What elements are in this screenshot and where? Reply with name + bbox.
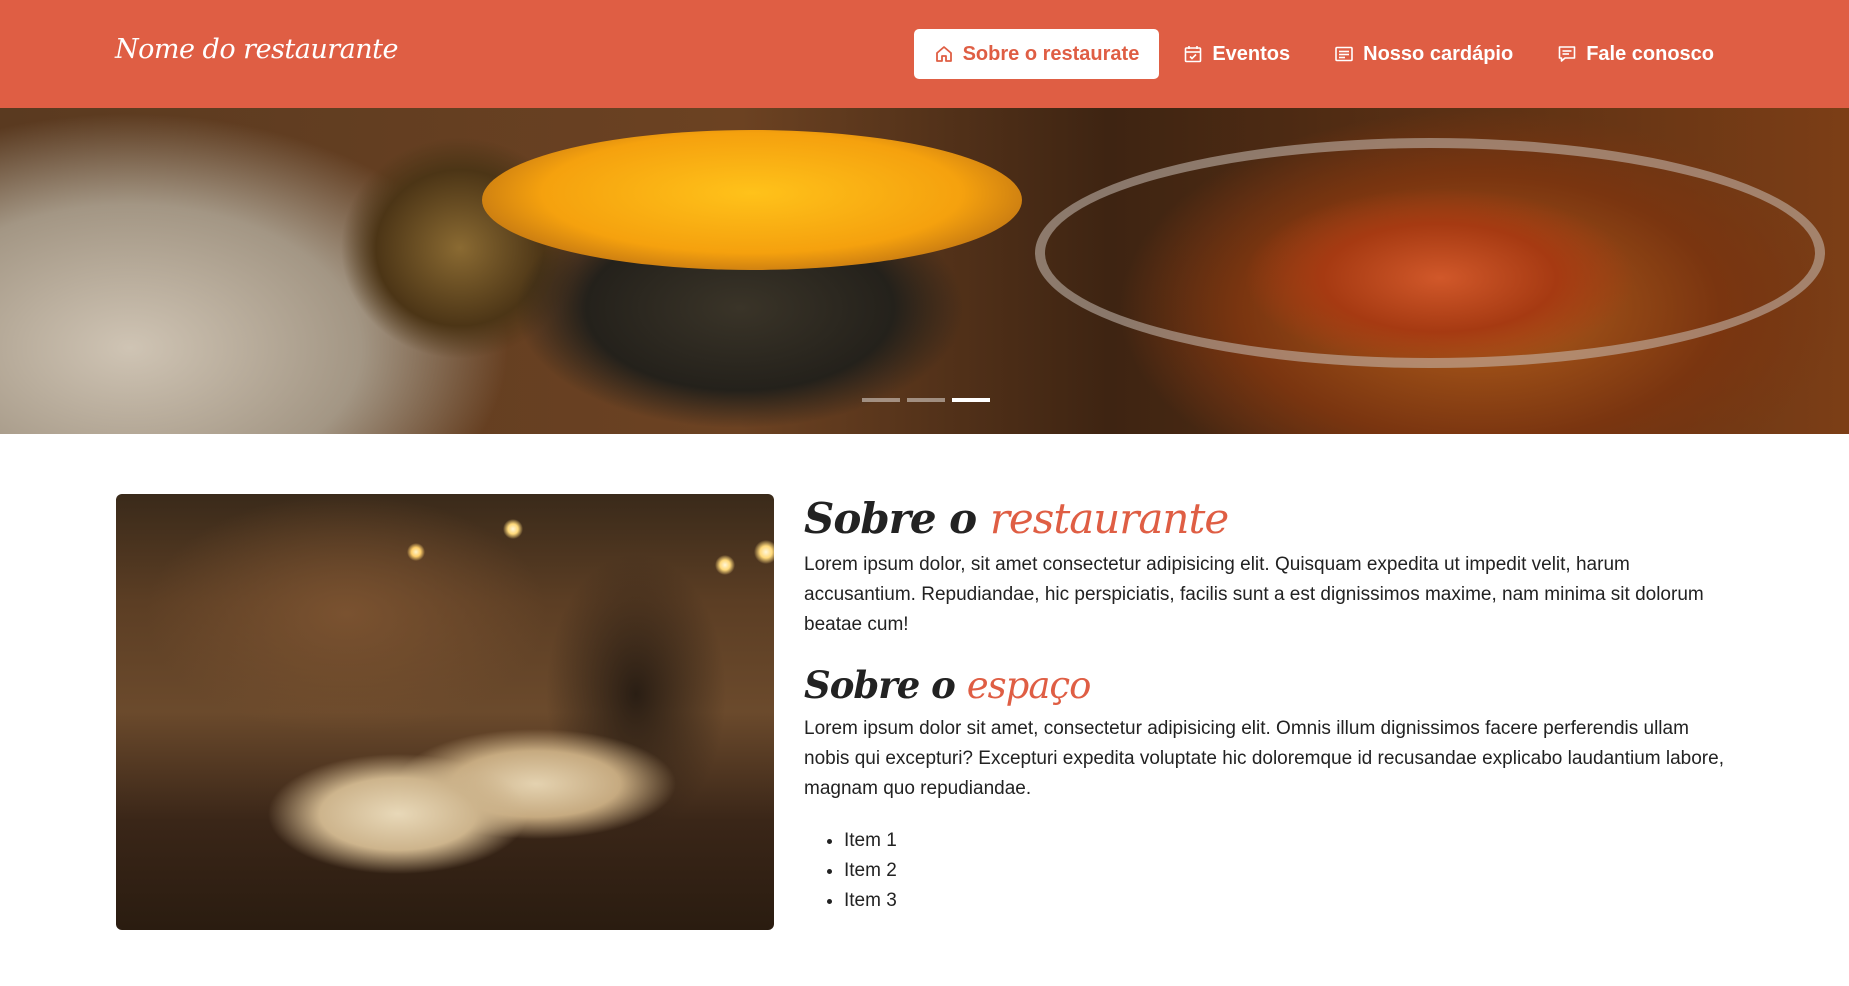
about-section: Sobre o restaurante Lorem ipsum dolor, s… [804, 492, 1734, 916]
space-text: Lorem ipsum dolor sit amet, consectetur … [804, 718, 1724, 799]
carousel-indicator-2[interactable] [907, 398, 945, 402]
nav-link-label: Eventos [1212, 42, 1291, 65]
nav-link-label: Fale conosco [1586, 42, 1714, 65]
navbar: Nome do restaurante Sobre o restaurate E [0, 0, 1849, 108]
hero-image-pot [1035, 138, 1825, 368]
hero-image-bowl [482, 130, 1022, 270]
about-text: Lorem ipsum dolor, sit amet consectetur … [804, 554, 1704, 635]
restaurant-interior-photo [116, 494, 774, 930]
nav-link-label: Sobre o restaurate [962, 42, 1140, 65]
list-item: Item 3 [844, 886, 1734, 916]
carousel-indicators [862, 398, 990, 402]
list-item: Item 2 [844, 856, 1734, 886]
hero-carousel[interactable] [0, 108, 1849, 434]
about-title: Sobre o restaurante [804, 492, 1734, 546]
space-title-accent: espaço [966, 664, 1092, 707]
space-title: Sobre o espaço [804, 661, 1734, 710]
main-nav: Sobre o restaurate Eventos Nosso cardápi… [913, 29, 1734, 79]
carousel-indicator-1[interactable] [862, 398, 900, 402]
menu-card-icon [1334, 44, 1354, 64]
about-title-accent: restaurante [989, 494, 1229, 543]
nav-link-sobre[interactable]: Sobre o restaurate [913, 29, 1160, 79]
carousel-indicator-3[interactable] [952, 398, 990, 402]
nav-link-eventos[interactable]: Eventos [1163, 29, 1310, 79]
chat-icon [1557, 44, 1577, 64]
space-title-prefix: Sobre o [804, 663, 956, 707]
list-item: Item 1 [844, 826, 1734, 856]
brand-logo[interactable]: Nome do restaurante [115, 34, 398, 65]
nav-link-contato[interactable]: Fale conosco [1537, 29, 1734, 79]
nav-link-label: Nosso cardápio [1363, 42, 1514, 65]
calendar-check-icon [1183, 44, 1203, 64]
space-item-list: Item 1 Item 2 Item 3 [804, 826, 1734, 916]
home-icon [934, 44, 954, 64]
about-title-prefix: Sobre o [804, 494, 977, 543]
nav-link-cardapio[interactable]: Nosso cardápio [1314, 29, 1533, 79]
